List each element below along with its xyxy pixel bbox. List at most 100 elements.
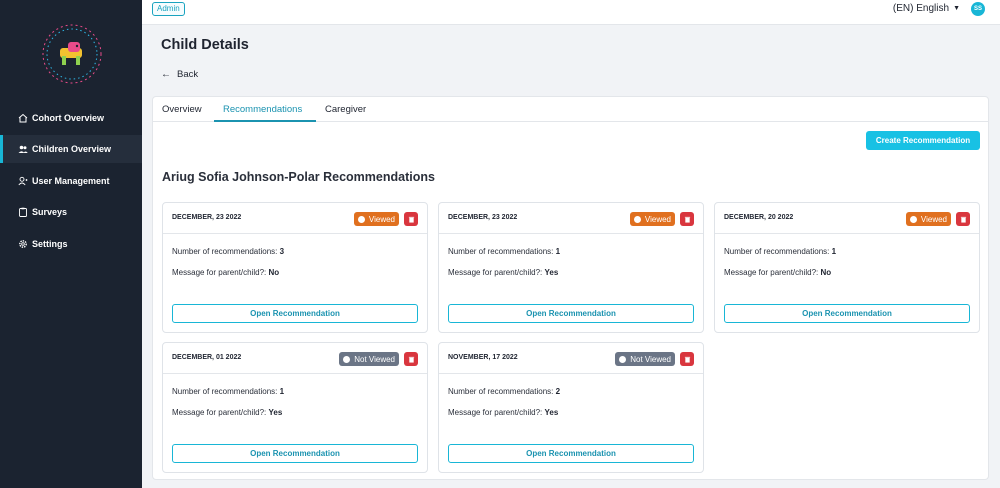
users-icon [18,144,28,154]
status-badge: Not Viewed [615,352,675,366]
status-badge: Viewed [905,212,951,226]
sidebar-item-label: Surveys [32,207,68,218]
card-header: DECEMBER, 01 2022 Not Viewed [163,343,427,374]
back-label: Back [177,69,199,80]
status-dot-icon [633,215,641,223]
open-recommendation-button[interactable]: Open Recommendation [448,304,694,323]
back-link[interactable]: ← Back [161,69,198,80]
home-icon [18,113,28,123]
open-recommendation-button[interactable]: Open Recommendation [448,444,694,463]
sidebar-item-children-overview[interactable]: Children Overview [0,135,142,164]
open-recommendation-button[interactable]: Open Recommendation [724,304,970,323]
recommendation-card: DECEMBER, 20 2022 Viewed Number of recom… [714,202,980,333]
card-date: DECEMBER, 23 2022 [448,214,518,221]
status-label: Not Viewed [354,354,395,364]
chevron-down-icon: ▼ [953,5,960,12]
language-selector[interactable]: (EN) English ▼ [893,3,960,14]
sidebar-item-user-management[interactable]: User Management [0,167,142,195]
message-label: Message for parent/child?: [172,268,267,277]
card-date: DECEMBER, 20 2022 [724,214,794,221]
message-value: No [268,268,280,277]
tab-overview[interactable]: Overview [162,104,202,115]
status-dot-icon [619,355,627,363]
message-label: Message for parent/child?: [448,408,543,417]
avatar[interactable]: SS [971,2,985,16]
sidebar-item-settings[interactable]: Settings [0,230,142,258]
recommendation-card: DECEMBER, 23 2022 Viewed Number of recom… [438,202,704,333]
message-value: Yes [544,268,559,277]
status-label: Not Viewed [630,354,671,364]
recommendation-count-value: 3 [279,247,285,256]
tab-caregiver[interactable]: Caregiver [325,104,366,115]
delete-button[interactable] [680,212,694,226]
open-recommendation-button[interactable]: Open Recommendation [172,304,418,323]
card-header: DECEMBER, 23 2022 Viewed [163,203,427,234]
arrow-left-icon: ← [161,69,171,80]
message-value: No [820,268,832,277]
status-label: Viewed [920,214,947,224]
delete-button[interactable] [956,212,970,226]
recommendation-card: NOVEMBER, 17 2022 Not Viewed Number of r… [438,342,704,473]
card-date: DECEMBER, 23 2022 [172,214,242,221]
create-recommendation-button[interactable]: Create Recommendation [866,131,980,150]
trash-icon [408,216,414,223]
trash-icon [408,356,414,363]
status-dot-icon [909,215,917,223]
status-dot-icon [343,355,351,363]
sidebar-item-label: Children Overview [32,144,112,155]
status-badge: Not Viewed [339,352,399,366]
card-header: NOVEMBER, 17 2022 Not Viewed [439,343,703,374]
recommendation-count-value: 1 [831,247,837,256]
recommendation-count-row: Number of recommendations: 3 [172,247,284,256]
message-value: Yes [544,408,559,417]
recommendation-count-label: Number of recommendations: [172,387,278,396]
message-row: Message for parent/child?: Yes [448,268,558,277]
delete-button[interactable] [680,352,694,366]
delete-button[interactable] [404,212,418,226]
open-recommendation-button[interactable]: Open Recommendation [172,444,418,463]
recommendation-count-row: Number of recommendations: 1 [724,247,836,256]
message-row: Message for parent/child?: No [724,268,831,277]
recommendation-count-label: Number of recommendations: [724,247,830,256]
sidebar-item-cohort-overview[interactable]: Cohort Overview [0,104,142,132]
status-badge: Viewed [353,212,399,226]
message-label: Message for parent/child?: [724,268,819,277]
clipboard-icon [18,207,28,218]
sidebar-nav: Cohort Overview Children Overview User M… [0,104,142,261]
tab-recommendations[interactable]: Recommendations [223,104,302,115]
sidebar: Cohort Overview Children Overview User M… [0,0,142,488]
trash-icon [960,216,966,223]
top-bar: Admin (EN) English ▼ SS [142,0,1000,25]
admin-badge: Admin [152,2,185,16]
message-row: Message for parent/child?: No [172,268,279,277]
message-row: Message for parent/child?: Yes [448,408,558,417]
language-label: (EN) English [892,3,950,14]
recommendation-count-value: 2 [555,387,561,396]
message-value: Yes [268,408,283,417]
tab-bar: Overview Recommendations Caregiver [153,97,988,122]
card-date: DECEMBER, 01 2022 [172,354,242,361]
message-label: Message for parent/child?: [172,408,267,417]
message-label: Message for parent/child?: [448,268,543,277]
active-tab-indicator [214,120,316,122]
recommendation-count-row: Number of recommendations: 1 [172,387,284,396]
recommendation-count-label: Number of recommendations: [448,387,554,396]
status-badge: Viewed [629,212,675,226]
recommendation-count-value: 1 [555,247,561,256]
page-title: Child Details [161,37,249,53]
recommendation-card: DECEMBER, 01 2022 Not Viewed Number of r… [162,342,428,473]
sidebar-item-label: User Management [32,175,110,186]
sidebar-item-surveys[interactable]: Surveys [0,198,142,226]
sidebar-item-label: Cohort Overview [32,113,105,123]
content-panel: Overview Recommendations Caregiver Creat… [152,96,989,480]
recommendation-count-row: Number of recommendations: 2 [448,387,560,396]
sidebar-item-label: Settings [32,238,68,249]
recommendation-count-row: Number of recommendations: 1 [448,247,560,256]
status-label: Viewed [644,214,671,224]
delete-button[interactable] [404,352,418,366]
gear-icon [18,239,28,249]
card-header: DECEMBER, 20 2022 Viewed [715,203,979,234]
recommendation-card: DECEMBER, 23 2022 Viewed Number of recom… [162,202,428,333]
message-row: Message for parent/child?: Yes [172,408,282,417]
trash-icon [684,216,690,223]
